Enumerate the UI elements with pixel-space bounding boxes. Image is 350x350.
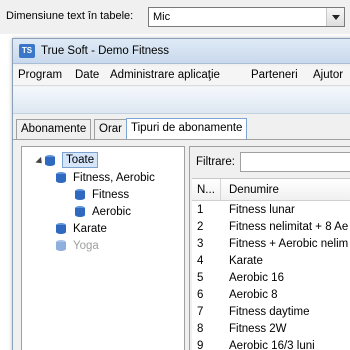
row-name: Aerobic 16/3 luni xyxy=(229,340,315,350)
tree-label: Toate xyxy=(62,152,99,168)
db-stack-icon xyxy=(56,223,66,234)
tab-strip: Abonamente Orar Tipuri de abonamente xyxy=(13,118,350,140)
row-name: Fitness lunar xyxy=(229,204,295,216)
row-number: 1 xyxy=(197,204,204,216)
title-bar[interactable]: TS True Soft - Demo Fitness xyxy=(13,39,350,64)
dropdown-arrow-icon[interactable] xyxy=(326,8,344,26)
tab-orar[interactable]: Orar xyxy=(94,119,127,139)
row-name: Aerobic 8 xyxy=(229,289,278,301)
db-stack-icon xyxy=(45,155,55,166)
table-row[interactable]: 3 Fitness + Aerobic nelim xyxy=(192,236,350,253)
filter-input[interactable] xyxy=(240,152,350,172)
subscription-types-pane: Filtrare: N... Denumire 1 Fitness lunar … xyxy=(189,146,350,350)
row-number: 5 xyxy=(197,272,204,284)
row-number: 6 xyxy=(197,289,204,301)
row-name: Aerobic 16 xyxy=(229,272,284,284)
db-stack-icon xyxy=(75,189,85,200)
app-icon: TS xyxy=(19,44,35,58)
column-header-denumire[interactable]: Denumire xyxy=(229,184,279,196)
grid-header: N... Denumire xyxy=(192,179,350,201)
tab-panel: Toate Fitness, Aerobic Fitness Aerobic K… xyxy=(13,139,350,350)
category-tree: Toate Fitness, Aerobic Fitness Aerobic K… xyxy=(21,146,185,350)
table-row[interactable]: 7 Fitness daytime xyxy=(192,304,350,321)
menu-ajutor[interactable]: Ajutor xyxy=(313,69,343,81)
window-title: True Soft - Demo Fitness xyxy=(41,45,170,57)
menu-date[interactable]: Date xyxy=(75,69,99,81)
menu-bar: Program Date Administrare aplicaţie Part… xyxy=(13,66,350,86)
row-number: 7 xyxy=(197,306,204,318)
row-number: 3 xyxy=(197,238,204,250)
db-stack-icon xyxy=(56,172,66,183)
db-stack-icon xyxy=(56,240,66,251)
table-row[interactable]: 4 Karate xyxy=(192,253,350,270)
filter-label: Filtrare: xyxy=(196,156,235,168)
row-name: Fitness 2W xyxy=(229,323,287,335)
row-number: 9 xyxy=(197,340,204,350)
tab-abonamente[interactable]: Abonamente xyxy=(16,119,92,139)
text-size-value: Mic xyxy=(153,11,171,23)
row-number: 2 xyxy=(197,221,204,233)
tree-label: Aerobic xyxy=(92,206,131,218)
menu-administrare[interactable]: Administrare aplicaţie xyxy=(110,69,220,81)
text-size-label: Dimensiune text în tabele: xyxy=(6,10,134,22)
table-row[interactable]: 8 Fitness 2W xyxy=(192,321,350,338)
tree-label: Fitness xyxy=(92,189,130,201)
menu-program[interactable]: Program xyxy=(18,69,62,81)
table-row[interactable]: 2 Fitness nelimitat + 8 Ae xyxy=(192,219,350,236)
row-number: 8 xyxy=(197,323,204,335)
table-row[interactable]: 6 Aerobic 8 xyxy=(192,287,350,304)
row-name: Karate xyxy=(229,255,263,267)
tab-tipuri-de-abonamente[interactable]: Tipuri de abonamente xyxy=(126,118,248,140)
toolbar xyxy=(13,87,350,114)
table-row[interactable]: 1 Fitness lunar xyxy=(192,202,350,219)
tree-label: Fitness, Aerobic xyxy=(73,172,155,184)
tree-label: Yoga xyxy=(73,240,99,252)
row-name: Fitness daytime xyxy=(229,306,310,318)
text-size-bar: Dimensiune text în tabele: Mic xyxy=(0,0,350,34)
column-divider[interactable] xyxy=(220,179,221,201)
table-row[interactable]: 5 Aerobic 16 xyxy=(192,270,350,287)
subscription-grid: N... Denumire 1 Fitness lunar 2 Fitness … xyxy=(192,178,350,350)
menu-parteneri[interactable]: Parteneri xyxy=(251,69,298,81)
table-row[interactable]: 9 Aerobic 16/3 luni xyxy=(192,338,350,350)
app-window: TS True Soft - Demo Fitness Program Date… xyxy=(12,38,350,350)
row-number: 4 xyxy=(197,255,204,267)
tree-label: Karate xyxy=(73,223,107,235)
row-name: Fitness nelimitat + 8 Ae xyxy=(229,221,349,233)
db-stack-icon xyxy=(75,206,85,217)
text-size-select[interactable]: Mic xyxy=(148,7,345,27)
column-header-number[interactable]: N... xyxy=(197,184,215,196)
row-name: Fitness + Aerobic nelim xyxy=(229,238,349,250)
